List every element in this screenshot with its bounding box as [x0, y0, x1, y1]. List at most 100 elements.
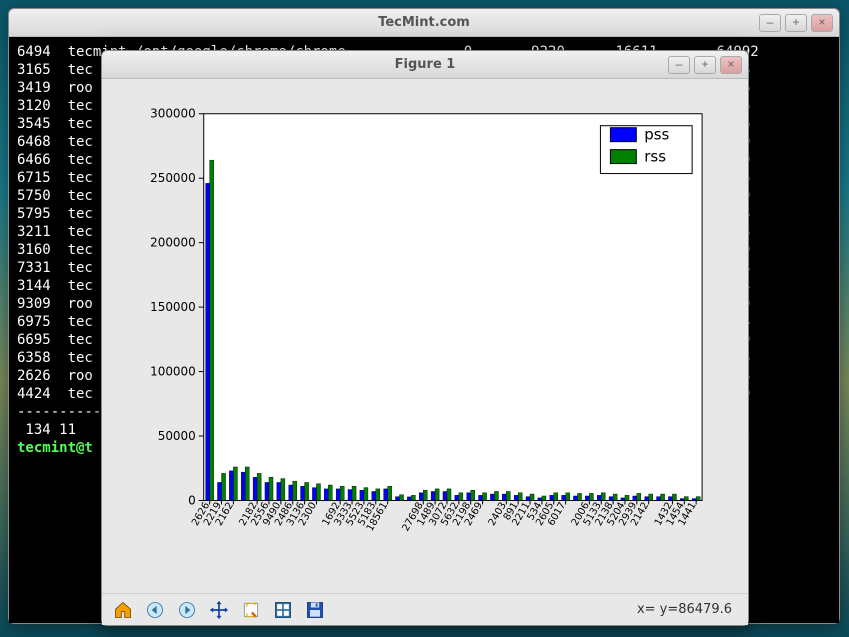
- subplots-icon[interactable]: [268, 596, 298, 624]
- minimize-button[interactable]: –: [668, 56, 690, 74]
- bar-rss: [471, 490, 475, 500]
- y-tick-label: 0: [188, 493, 196, 507]
- figure-status: x= y=86479.6: [637, 602, 742, 617]
- bar-pss: [372, 491, 376, 500]
- bar-rss: [483, 493, 487, 501]
- bar-rss: [435, 489, 439, 501]
- bar-pss: [277, 482, 281, 500]
- bar-pss: [241, 472, 245, 500]
- terminal-window-controls: – + ×: [759, 14, 833, 32]
- bar-rss: [684, 497, 688, 501]
- bar-pss: [324, 489, 328, 501]
- bar-pss: [253, 477, 257, 500]
- bar-rss: [233, 467, 237, 501]
- bar-rss: [661, 494, 665, 500]
- bar-rss: [637, 493, 641, 500]
- bar-rss: [411, 495, 415, 500]
- bar-pss: [692, 499, 696, 501]
- bar-pss: [550, 495, 554, 500]
- terminal-title: TecMint.com: [9, 15, 839, 30]
- y-tick-label: 100000: [150, 365, 196, 379]
- legend-swatch: [610, 128, 636, 142]
- figure-titlebar[interactable]: Figure 1 – + ×: [102, 51, 748, 79]
- bar-pss: [680, 499, 684, 501]
- bar-rss: [554, 493, 558, 501]
- bar-pss: [301, 486, 305, 500]
- figure-toolbar: x= y=86479.6: [102, 593, 748, 625]
- bar-rss: [566, 493, 570, 501]
- chart-area[interactable]: 0500001000001500002000002500003000002626…: [120, 97, 730, 587]
- bar-rss: [494, 491, 498, 500]
- bar-pss: [538, 498, 542, 501]
- bar-rss: [316, 484, 320, 501]
- bar-pss: [645, 497, 649, 501]
- bar-pss: [479, 495, 483, 500]
- bar-rss: [530, 494, 534, 500]
- bar-pss: [514, 495, 518, 500]
- bar-chart: 0500001000001500002000002500003000002626…: [120, 97, 730, 587]
- bar-rss: [340, 486, 344, 500]
- bar-pss: [467, 493, 471, 501]
- bar-pss: [431, 491, 435, 500]
- bar-rss: [506, 491, 510, 500]
- figure-window-controls: – + ×: [668, 56, 742, 74]
- bar-pss: [657, 497, 661, 501]
- bar-rss: [649, 494, 653, 500]
- bar-pss: [384, 489, 388, 501]
- save-icon[interactable]: [300, 596, 330, 624]
- bar-rss: [269, 477, 273, 500]
- bar-rss: [696, 497, 700, 501]
- bar-rss: [672, 494, 676, 500]
- bar-pss: [348, 490, 352, 501]
- bar-rss: [328, 485, 332, 500]
- maximize-button[interactable]: +: [694, 56, 716, 74]
- maximize-button[interactable]: +: [785, 14, 807, 32]
- bar-pss: [490, 494, 494, 500]
- terminal-titlebar[interactable]: TecMint.com – + ×: [9, 9, 839, 37]
- back-icon[interactable]: [140, 596, 170, 624]
- pan-icon[interactable]: [204, 596, 234, 624]
- bar-rss: [376, 489, 380, 501]
- bar-pss: [668, 497, 672, 501]
- bar-pss: [336, 489, 340, 501]
- figure-title: Figure 1: [102, 57, 748, 72]
- minimize-button[interactable]: –: [759, 14, 781, 32]
- bar-pss: [573, 496, 577, 501]
- bar-pss: [360, 490, 364, 500]
- bar-pss: [585, 496, 589, 501]
- home-icon[interactable]: [108, 596, 138, 624]
- figure-window: Figure 1 – + × 0500001000001500002000002…: [101, 50, 749, 626]
- bar-pss: [395, 497, 399, 501]
- bar-rss: [245, 467, 249, 501]
- bar-rss: [459, 493, 463, 501]
- bar-rss: [210, 160, 214, 500]
- bar-pss: [217, 482, 221, 500]
- bar-pss: [443, 491, 447, 500]
- bar-pss: [562, 495, 566, 500]
- bar-rss: [281, 479, 285, 501]
- bar-pss: [229, 471, 233, 501]
- bar-pss: [621, 498, 625, 501]
- bar-rss: [447, 489, 451, 501]
- bar-pss: [455, 495, 459, 500]
- bar-rss: [423, 490, 427, 500]
- y-tick-label: 200000: [150, 236, 196, 250]
- zoom-icon[interactable]: [236, 596, 266, 624]
- bar-rss: [613, 494, 617, 500]
- bar-rss: [625, 495, 629, 500]
- bar-pss: [526, 497, 530, 501]
- figure-body: 0500001000001500002000002500003000002626…: [102, 79, 748, 593]
- close-button[interactable]: ×: [720, 56, 742, 74]
- bar-pss: [633, 496, 637, 501]
- bar-rss: [589, 493, 593, 500]
- bar-pss: [609, 497, 613, 501]
- bar-rss: [400, 495, 404, 501]
- bar-pss: [206, 183, 210, 500]
- bar-pss: [597, 495, 601, 500]
- y-tick-label: 150000: [150, 300, 196, 314]
- bar-rss: [257, 473, 261, 500]
- close-button[interactable]: ×: [811, 14, 833, 32]
- y-tick-label: 250000: [150, 171, 196, 185]
- forward-icon[interactable]: [172, 596, 202, 624]
- bar-rss: [578, 493, 582, 500]
